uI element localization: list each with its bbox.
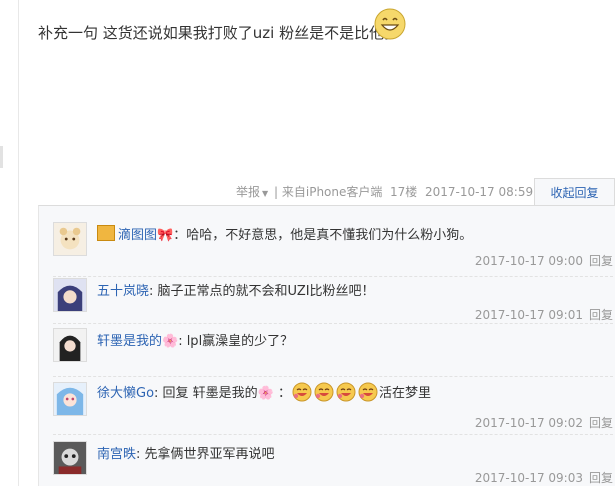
reply-line: 轩墨是我的🌸: lpl赢澡皇的少了？ xyxy=(97,330,293,349)
reply-footer: 2017-10-17 09:02 回复 xyxy=(475,414,613,431)
reply-text: : 脑子正常点的就不会和UZI比粉丝吧！ xyxy=(149,284,375,299)
post-meta: 举报 ▼ | 来自iPhone客户端 17楼 2017-10-17 08:59 xyxy=(236,183,533,200)
left-rail xyxy=(0,0,19,486)
laughing-face-icon xyxy=(336,382,356,402)
divider xyxy=(53,323,613,324)
avatar[interactable] xyxy=(53,278,87,312)
reply-time: 2017-10-17 09:01 xyxy=(474,308,583,322)
reply-footer: 2017-10-17 09:01 回复 xyxy=(475,306,613,323)
reply-time: 2017-10-17 09:00 xyxy=(474,254,583,268)
grinning-face-icon xyxy=(374,8,406,40)
reply-username[interactable]: 五十岚晓 xyxy=(97,284,149,299)
reply-button[interactable]: 回复 xyxy=(589,254,613,268)
reply-footer: 2017-10-17 09:03 回复 xyxy=(475,469,613,486)
reply-username[interactable]: 轩墨是我的🌸 xyxy=(97,334,178,349)
client-source: 来自iPhone客户端 xyxy=(281,185,383,199)
reply-line: 南宫昳: 先拿俩世界亚军再说吧 xyxy=(97,443,275,462)
reply-text: : lpl赢澡皇的少了？ xyxy=(178,334,294,349)
meta-separator: | xyxy=(274,185,279,199)
reply-line: 滴图图🎀：哈哈，不好意思，他是真不懂我们为什么粉小狗。 xyxy=(97,224,472,243)
laughing-face-icon xyxy=(314,382,334,402)
reply-button[interactable]: 回复 xyxy=(589,471,613,485)
reply-text: : 先拿俩世界亚军再说吧 xyxy=(136,447,275,462)
divider xyxy=(53,376,613,377)
reply-text: ：哈哈，不好意思，他是真不懂我们为什么粉小狗。 xyxy=(173,228,473,243)
reply-panel: 滴图图🎀：哈哈，不好意思，他是真不懂我们为什么粉小狗。 2017-10-17 0… xyxy=(38,205,615,486)
reply-username[interactable]: 滴图图🎀 xyxy=(118,228,173,243)
divider xyxy=(53,434,613,435)
avatar[interactable] xyxy=(53,382,87,416)
left-rail-tick xyxy=(0,146,3,168)
floor-number: 17楼 xyxy=(390,185,418,199)
reply-footer: 2017-10-17 09:00 回复 xyxy=(475,252,613,269)
reply-item: 徐大懒Go: 回复 轩墨是我的🌸 ： 活在梦里 2017-10-17 09:02… xyxy=(53,382,613,434)
laughing-face-icon xyxy=(358,382,378,402)
reply-item: 滴图图🎀：哈哈，不好意思，他是真不懂我们为什么粉小狗。 2017-10-17 0… xyxy=(53,222,613,272)
dropdown-arrow-icon[interactable]: ▼ xyxy=(262,189,268,198)
fan-badge-icon xyxy=(97,225,115,241)
reply-username[interactable]: 南宫昳 xyxy=(97,447,136,462)
post-time: 2017-10-17 08:59 xyxy=(424,185,534,199)
reply-button[interactable]: 回复 xyxy=(589,416,613,430)
reply-item: 南宫昳: 先拿俩世界亚军再说吧 2017-10-17 09:03 回复 xyxy=(53,441,613,487)
collapse-replies-button[interactable]: 收起回复 xyxy=(534,178,615,206)
reply-text-prefix: : 回复 轩墨是我的🌸 ： xyxy=(154,386,291,401)
avatar[interactable] xyxy=(53,328,87,362)
post-content: 补充一句 这货还说如果我打败了uzi 粉丝是不是比他多 xyxy=(38,24,400,42)
avatar[interactable] xyxy=(53,441,87,475)
reply-line: 徐大懒Go: 回复 轩墨是我的🌸 ： 活在梦里 xyxy=(97,382,431,402)
reply-item: 轩墨是我的🌸: lpl赢澡皇的少了？ xyxy=(53,328,613,376)
avatar[interactable] xyxy=(53,222,87,256)
reply-username[interactable]: 徐大懒Go xyxy=(97,386,154,401)
reply-line: 五十岚晓: 脑子正常点的就不会和UZI比粉丝吧！ xyxy=(97,280,375,299)
reply-time: 2017-10-17 09:02 xyxy=(474,416,583,430)
laughing-face-icon xyxy=(292,382,312,402)
report-link[interactable]: 举报 xyxy=(236,185,260,199)
divider xyxy=(53,276,613,277)
reply-time: 2017-10-17 09:03 xyxy=(474,471,583,485)
reply-text-suffix: 活在梦里 xyxy=(379,386,432,401)
reply-button[interactable]: 回复 xyxy=(589,308,613,322)
reply-item: 五十岚晓: 脑子正常点的就不会和UZI比粉丝吧！ 2017-10-17 09:0… xyxy=(53,278,613,328)
